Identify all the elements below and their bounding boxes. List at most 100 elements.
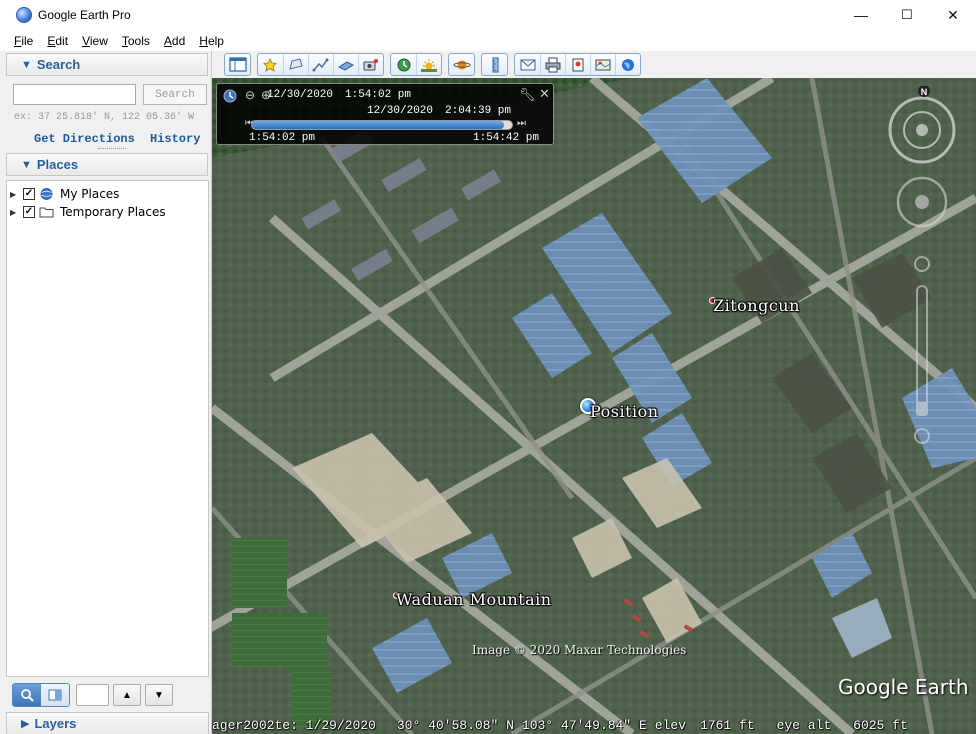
menu-help-mnemonic: H [199, 33, 208, 48]
look-joystick[interactable] [888, 96, 956, 164]
move-up-button[interactable]: ▲ [113, 684, 141, 706]
menu-view[interactable]: View [79, 33, 111, 49]
collapse-triangle-icon: ▼ [21, 158, 32, 171]
step-forward-icon[interactable]: ⏭︎ [517, 118, 526, 129]
panel-view-button[interactable] [41, 684, 69, 706]
compass-north-label: N [921, 87, 928, 97]
toolbar-group-view [390, 53, 442, 76]
menu-file[interactable]: File [11, 33, 36, 49]
google-earth-watermark: Google Earth [838, 675, 969, 699]
menu-edit[interactable]: Edit [44, 33, 71, 49]
toolbar-group-add [257, 53, 384, 76]
historical-imagery-button[interactable] [391, 54, 416, 75]
ruler-button[interactable] [482, 54, 507, 75]
time-current-date: 12/30/2020 [367, 105, 434, 117]
minimize-button[interactable]: — [838, 0, 884, 30]
add-placemark-button[interactable] [258, 54, 283, 75]
panel-icon [48, 689, 62, 701]
email-button[interactable] [515, 54, 540, 75]
folder-icon [39, 207, 54, 218]
toolbar-group-sidebar [224, 53, 251, 76]
earth-view-button[interactable] [615, 54, 640, 75]
menu-tools[interactable]: Tools [119, 33, 153, 49]
places-tree: ▶ ✓ My Places ▶ ✓ Temporary Places [6, 180, 209, 677]
close-button[interactable]: ✕ [930, 0, 976, 30]
move-down-button[interactable]: ▼ [145, 684, 173, 706]
menu-tools-rest: ools [127, 33, 150, 48]
map-label-waduan-mountain[interactable]: Waduan Mountain [396, 590, 552, 609]
wrench-icon[interactable]: 🔧︎ [519, 87, 536, 103]
layers-panel-header[interactable]: ▶ Layers [6, 712, 209, 734]
earth-icon [622, 58, 634, 71]
search-panel: Search ex: 37 25.818' N, 122 05.36' W Ge… [6, 76, 208, 151]
clock-icon[interactable] [223, 89, 237, 103]
checkbox-my-places[interactable]: ✓ [23, 188, 35, 200]
add-path-button[interactable] [308, 54, 333, 75]
close-time-slider-icon[interactable]: ✕ [539, 86, 550, 102]
tree-item-my-places[interactable]: ▶ ✓ My Places [7, 185, 208, 203]
move-joystick[interactable] [896, 176, 948, 228]
ruler-icon [492, 57, 498, 72]
menu-add[interactable]: Add [161, 33, 188, 49]
time-range-end: 1:54:42 pm [473, 132, 540, 144]
menu-view-mnemonic: V [82, 33, 90, 48]
view-in-maps-button[interactable] [590, 54, 615, 75]
path-icon [312, 58, 329, 71]
time-range-start: 1:54:02 pm [249, 132, 316, 144]
imagery-date: te: 1/29/2020 [274, 717, 376, 733]
eye-altitude-label: eye alt [776, 717, 832, 733]
zoom-out-time-icon[interactable]: ⊖ [245, 88, 255, 102]
arrow-up-icon: ▲ [122, 689, 132, 701]
expand-arrow-icon[interactable]: ▶ [10, 190, 18, 199]
menu-help[interactable]: Help [196, 33, 227, 49]
checkbox-temporary-places[interactable]: ✓ [23, 206, 35, 218]
menu-bar: File Edit View Tools Add Help [0, 30, 976, 51]
collapse-triangle-icon: ▼ [21, 58, 32, 71]
view-in-maps-icon [595, 59, 611, 70]
add-polygon-button[interactable] [283, 54, 308, 75]
add-image-overlay-button[interactable] [333, 54, 358, 75]
imagery-copyright: Image © 2020 Maxar Technologies [472, 643, 687, 657]
map-label-position[interactable]: Position [590, 402, 659, 421]
search-example-hint: ex: 37 25.818' N, 122 05.36' W [14, 112, 195, 123]
time-slider-range-fill [252, 121, 505, 129]
toolbar-group-share [514, 53, 641, 76]
status-bar: ager 2002 te: 1/29/2020 30° 40′58.08″ N 10… [212, 716, 976, 734]
navigation-controls[interactable]: N [882, 86, 962, 466]
tree-item-temporary-places[interactable]: ▶ ✓ Temporary Places [7, 203, 208, 221]
places-panel-header[interactable]: ▼ Places [6, 153, 208, 176]
maximize-button[interactable]: ☐ [884, 0, 930, 30]
save-image-button[interactable] [565, 54, 590, 75]
map-viewport[interactable]: ⊖ ⊕ 12/30/2020 1:54:02 pm 12/30/2020 2:0… [212, 78, 976, 734]
sidebar-toggle-button[interactable] [225, 54, 250, 75]
search-button[interactable]: Search [143, 84, 207, 105]
side-panel: ▼ Search Search ex: 37 25.818' N, 122 05… [0, 51, 212, 734]
places-filter-input[interactable] [76, 684, 109, 706]
time-slider-track[interactable] [251, 120, 513, 130]
sunlight-button[interactable] [416, 54, 441, 75]
globe-icon [40, 188, 53, 200]
window-title: Google Earth Pro [38, 8, 131, 22]
title-bar: Google Earth Pro — ☐ ✕ [0, 0, 976, 30]
print-button[interactable] [540, 54, 565, 75]
record-tour-icon [363, 58, 378, 70]
history-link[interactable]: History [150, 132, 200, 146]
planets-icon [453, 60, 470, 69]
window-controls: — ☐ ✕ [838, 0, 976, 30]
record-tour-button[interactable] [358, 54, 383, 75]
longitude-readout: 103° 47′49.84″ E [521, 717, 647, 733]
get-directions-link[interactable]: Get Directions [34, 132, 135, 146]
map-label-zitongcun[interactable]: Zitongcun [713, 296, 800, 315]
search-input[interactable] [13, 84, 136, 105]
search-panel-header[interactable]: ▼ Search [6, 53, 208, 76]
switch-planet-button[interactable] [449, 54, 474, 75]
toolbar-group-ruler [481, 53, 508, 76]
panel-resize-grip[interactable] [98, 148, 126, 151]
menu-help-rest: elp [207, 33, 224, 48]
time-slider-panel[interactable]: ⊖ ⊕ 12/30/2020 1:54:02 pm 12/30/2020 2:0… [216, 83, 554, 145]
zoom-slider[interactable] [914, 256, 930, 444]
save-image-icon [572, 58, 584, 71]
magnifier-icon [21, 689, 34, 702]
search-view-button[interactable] [13, 684, 41, 706]
expand-arrow-icon[interactable]: ▶ [10, 208, 18, 217]
